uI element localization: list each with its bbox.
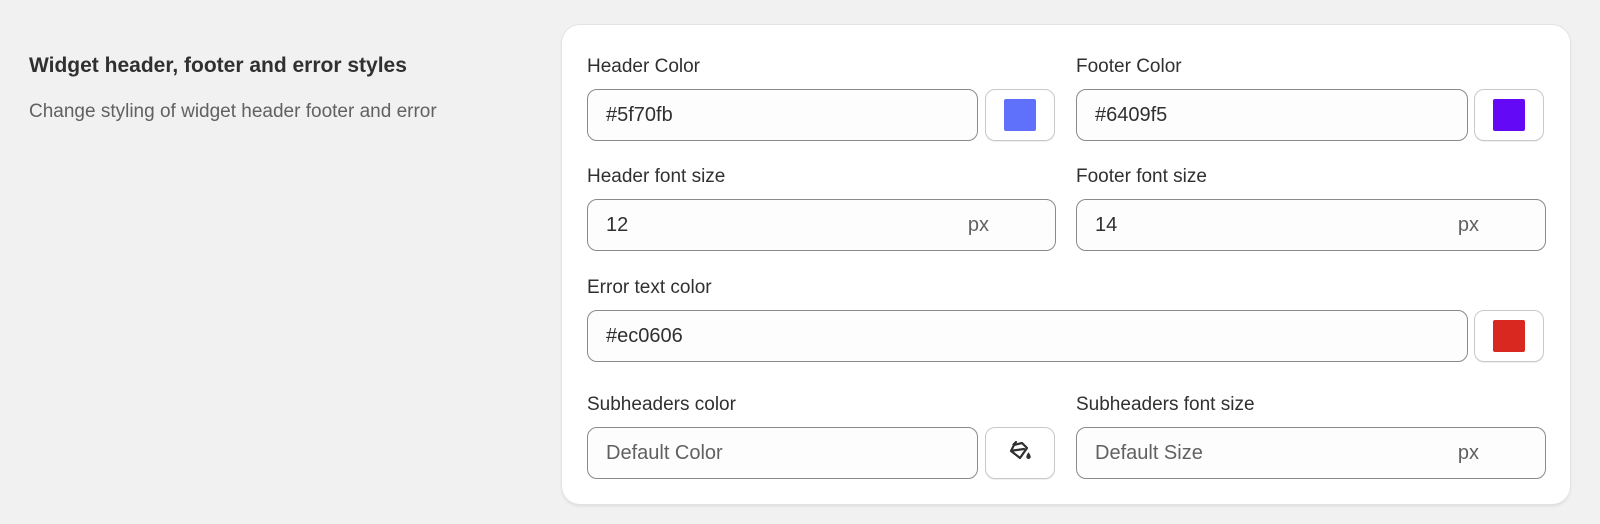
footer-font-size-input[interactable]: 14 px bbox=[1076, 199, 1546, 251]
subheaders-font-size-placeholder: Default Size bbox=[1095, 441, 1203, 464]
header-color-swatch bbox=[1004, 99, 1036, 131]
error-color-swatch bbox=[1493, 320, 1525, 352]
header-font-size-label: Header font size bbox=[587, 166, 726, 187]
subheaders-font-size-input[interactable]: Default Size px bbox=[1076, 427, 1546, 479]
section-title: Widget header, footer and error styles bbox=[29, 54, 407, 77]
error-text-color-value: #ec0606 bbox=[606, 324, 683, 347]
error-text-color-label: Error text color bbox=[587, 277, 712, 298]
header-font-size-unit: px bbox=[967, 213, 989, 236]
error-color-picker-button[interactable] bbox=[1474, 310, 1544, 362]
settings-page: Widget header, footer and error styles C… bbox=[0, 0, 1600, 524]
header-font-size-value: 12 bbox=[606, 213, 629, 236]
paint-bucket-icon bbox=[1007, 438, 1033, 469]
styles-card: Header Color #5f70fb Footer Color #6409f… bbox=[562, 25, 1570, 504]
header-color-input[interactable]: #5f70fb bbox=[587, 89, 978, 141]
subheaders-color-field: Subheaders color bbox=[587, 393, 736, 417]
footer-color-picker-button[interactable] bbox=[1474, 89, 1544, 141]
subheaders-font-size-unit: px bbox=[1457, 441, 1479, 464]
footer-color-field: Footer Color bbox=[1076, 55, 1182, 79]
header-color-value: #5f70fb bbox=[606, 103, 673, 126]
header-font-size-input[interactable]: 12 px bbox=[587, 199, 1056, 251]
section-intro: Widget header, footer and error styles C… bbox=[29, 52, 479, 128]
subheaders-color-input[interactable]: Default Color bbox=[587, 427, 978, 479]
header-color-label: Header Color bbox=[587, 56, 700, 77]
subheaders-color-picker-button[interactable] bbox=[985, 427, 1055, 479]
footer-color-value: #6409f5 bbox=[1095, 103, 1168, 126]
footer-font-size-unit: px bbox=[1457, 213, 1479, 236]
header-font-size-field: Header font size bbox=[587, 165, 725, 189]
footer-font-size-field: Footer font size bbox=[1076, 165, 1207, 189]
footer-font-size-value: 14 bbox=[1095, 213, 1118, 236]
section-description: Change styling of widget header footer a… bbox=[29, 101, 437, 122]
header-color-picker-button[interactable] bbox=[985, 89, 1055, 141]
subheaders-font-size-field: Subheaders font size bbox=[1076, 393, 1255, 417]
footer-color-swatch bbox=[1493, 99, 1525, 131]
footer-color-input[interactable]: #6409f5 bbox=[1076, 89, 1468, 141]
footer-color-label: Footer Color bbox=[1076, 56, 1182, 77]
subheaders-color-placeholder: Default Color bbox=[606, 441, 723, 464]
header-color-field: Header Color bbox=[587, 55, 700, 79]
subheaders-font-size-label: Subheaders font size bbox=[1076, 394, 1255, 415]
error-text-color-field: Error text color bbox=[587, 276, 712, 300]
subheaders-color-label: Subheaders color bbox=[587, 394, 736, 415]
error-text-color-input[interactable]: #ec0606 bbox=[587, 310, 1468, 362]
footer-font-size-label: Footer font size bbox=[1076, 166, 1207, 187]
